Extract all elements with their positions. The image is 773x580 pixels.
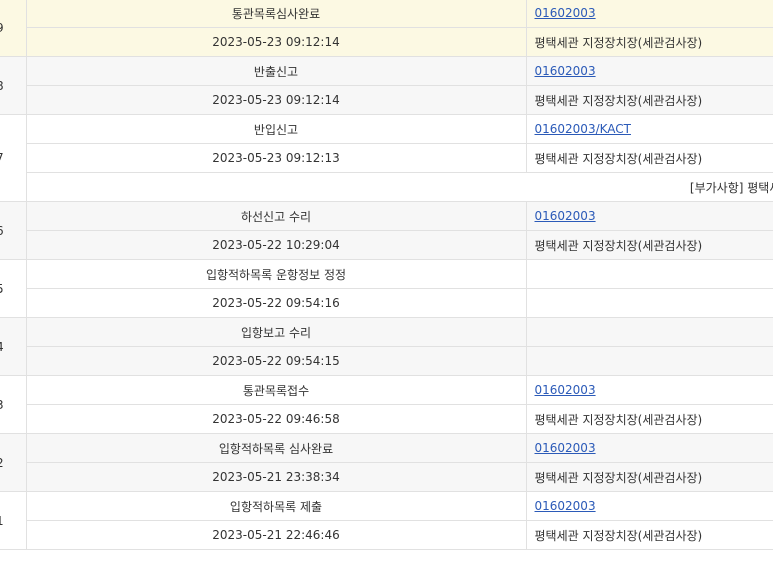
location-code-cell	[525, 317, 773, 347]
location-code-link[interactable]: 01602003/KACT	[535, 122, 632, 136]
location-code-cell: 01602003	[525, 0, 773, 28]
table-row: 7 반입신고 01602003/KACT	[0, 114, 773, 202]
location-code-link[interactable]: 01602003	[535, 6, 596, 20]
row-number: 5	[0, 259, 26, 318]
row-number: 4	[0, 317, 26, 376]
table-row: 3 통관목록접수 01602003	[0, 375, 773, 434]
table-row-detail: 2023-05-23 09:12:14 평택세관 지정장치장(세관검사장)	[0, 27, 773, 57]
table-row-detail: 2023-05-21 22:46:46 평택세관 지정장치장(세관검사장)	[0, 520, 773, 550]
process-name: 입항적하목록 심사완료	[25, 433, 526, 463]
table-row: 9 통관목록심사완료 01602003	[0, 0, 773, 57]
process-name: 입항적하목록 제출	[25, 491, 526, 521]
location-code-link[interactable]: 01602003	[535, 209, 596, 223]
row-number: 6	[0, 201, 26, 260]
location-name	[525, 346, 773, 376]
location-code-link[interactable]: 01602003	[535, 383, 596, 397]
location-name: 평택세관 지정장치장(세관검사장)	[525, 462, 773, 492]
location-name: 평택세관 지정장치장(세관검사장)	[525, 143, 773, 173]
process-datetime: 2023-05-23 09:12:14	[25, 85, 526, 115]
customs-progress-table: 9 통관목록심사완료 01602003 2023-05-23 09:12:14 …	[0, 0, 773, 550]
location-name: 평택세관 지정장치장(세관검사장)	[525, 27, 773, 57]
table-row: 2 입항적하목록 심사완료 01602003	[0, 433, 773, 492]
process-name: 입항적하목록 운항정보 정정	[25, 259, 526, 289]
row-number: 3	[0, 375, 26, 434]
location-name: 평택세관 지정장치장(세관검사장)	[525, 404, 773, 434]
table-row-detail: 2023-05-23 09:12:13 평택세관 지정장치장(세관검사장)	[0, 143, 773, 173]
location-name: 평택세관 지정장치장(세관검사장)	[525, 520, 773, 550]
location-name: 평택세관 지정장치장(세관검사장)	[525, 85, 773, 115]
table-row: 1 입항적하목록 제출 01602003	[0, 491, 773, 550]
table-row-detail: 2023-05-22 09:54:16	[0, 288, 773, 318]
location-code-cell: 01602003	[525, 433, 773, 463]
row-number: 7	[0, 114, 26, 202]
process-datetime: 2023-05-23 09:12:14	[25, 27, 526, 57]
process-name: 통관목록접수	[25, 375, 526, 405]
process-datetime: 2023-05-22 09:46:58	[25, 404, 526, 434]
location-code-cell: 01602003	[525, 375, 773, 405]
process-name: 하선신고 수리	[25, 201, 526, 231]
process-datetime: 2023-05-22 10:29:04	[25, 230, 526, 260]
row-number: 2	[0, 433, 26, 492]
process-datetime: 2023-05-22 09:54:15	[25, 346, 526, 376]
process-name: 통관목록심사완료	[25, 0, 526, 28]
table-row-detail: 2023-05-22 10:29:04 평택세관 지정장치장(세관검사장)	[0, 230, 773, 260]
location-code-link[interactable]: 01602003	[535, 499, 596, 513]
table-row: 6 하선신고 수리 01602003	[0, 201, 773, 260]
row-number: 1	[0, 491, 26, 550]
table-row-detail: 2023-05-22 09:46:58 평택세관 지정장치장(세관검사장)	[0, 404, 773, 434]
table-row-detail: 2023-05-21 23:38:34 평택세관 지정장치장(세관검사장)	[0, 462, 773, 492]
table-row: 8 반출신고 01602003	[0, 56, 773, 115]
location-code-cell: 01602003	[525, 201, 773, 231]
row-number: 8	[0, 56, 26, 115]
process-name: 반입신고	[25, 114, 526, 144]
process-name: 입항보고 수리	[25, 317, 526, 347]
additional-note-cell: [부가사항] 평택세관 지정장치장(세관검사장)	[25, 172, 773, 202]
additional-note: [부가사항] 평택세관 지정장치장(세관검사장)	[689, 180, 773, 195]
location-code-cell: 01602003	[525, 56, 773, 86]
location-code-cell: 01602003	[525, 491, 773, 521]
process-datetime: 2023-05-21 22:46:46	[25, 520, 526, 550]
process-datetime: 2023-05-21 23:38:34	[25, 462, 526, 492]
location-name	[525, 288, 773, 318]
row-number: 9	[0, 0, 26, 57]
location-code-cell: 01602003/KACT	[525, 114, 773, 144]
location-name: 평택세관 지정장치장(세관검사장)	[525, 230, 773, 260]
process-datetime: 2023-05-23 09:12:13	[25, 143, 526, 173]
table-row: 4 입항보고 수리	[0, 317, 773, 376]
table-row: 5 입항적하목록 운항정보 정정	[0, 259, 773, 318]
location-code-cell	[525, 259, 773, 289]
table-row-detail: 2023-05-22 09:54:15	[0, 346, 773, 376]
location-code-link[interactable]: 01602003	[535, 64, 596, 78]
process-datetime: 2023-05-22 09:54:16	[25, 288, 526, 318]
table-row-detail: 2023-05-23 09:12:14 평택세관 지정장치장(세관검사장)	[0, 85, 773, 115]
customs-history-viewport: 9 통관목록심사완료 01602003 2023-05-23 09:12:14 …	[0, 0, 773, 580]
process-name: 반출신고	[25, 56, 526, 86]
location-code-link[interactable]: 01602003	[535, 441, 596, 455]
table-row-note: [부가사항] 평택세관 지정장치장(세관검사장)	[0, 172, 773, 202]
